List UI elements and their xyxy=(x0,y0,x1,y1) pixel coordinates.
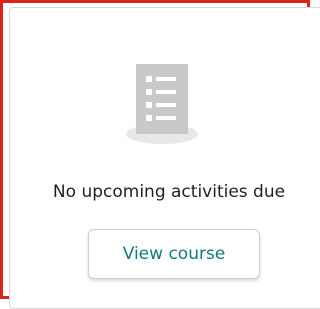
timeline-empty-card: No upcoming activities due View course xyxy=(9,7,320,309)
highlight-frame: No upcoming activities due View course xyxy=(0,0,320,309)
empty-state-message: No upcoming activities due xyxy=(52,182,286,202)
document-list-icon xyxy=(126,59,198,149)
view-course-button[interactable]: View course xyxy=(88,229,260,279)
